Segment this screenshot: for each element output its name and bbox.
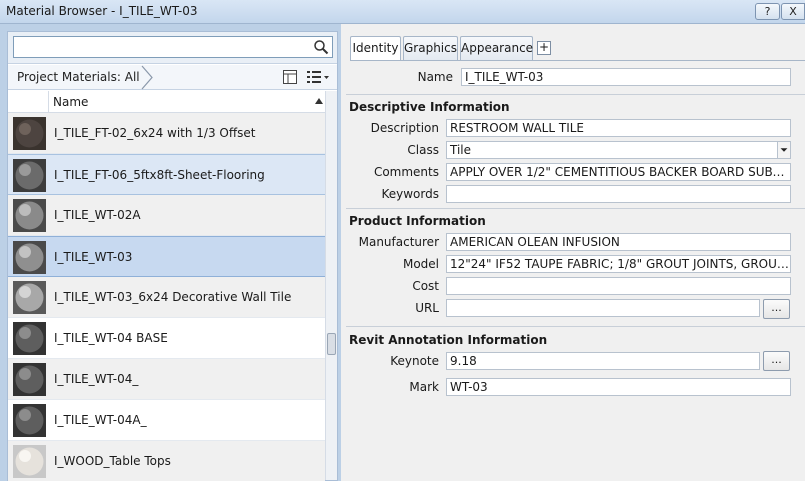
- material-thumbnail-icon: [13, 363, 46, 396]
- class-dropdown[interactable]: Tile: [446, 141, 778, 159]
- keynote-field[interactable]: 9.18: [446, 352, 760, 370]
- list-column-header[interactable]: Name: [8, 91, 325, 113]
- name-field[interactable]: I_TILE_WT-03: [461, 68, 791, 86]
- material-thumbnail-icon: [13, 404, 46, 437]
- scrollbar-thumb[interactable]: [327, 333, 336, 355]
- list-item[interactable]: I_TILE_WT-02A: [8, 195, 325, 236]
- filter-bar: Project Materials: All: [8, 65, 337, 90]
- mark-field[interactable]: WT-03: [446, 378, 791, 396]
- list-item[interactable]: I_TILE_FT-02_6x24 with 1/3 Offset: [8, 113, 325, 154]
- material-thumbnail-icon: [13, 199, 46, 232]
- list-item-selected[interactable]: I_TILE_WT-03: [8, 236, 325, 277]
- material-thumbnail-icon: [13, 117, 46, 150]
- search-icon[interactable]: [313, 39, 329, 55]
- list-item[interactable]: I_TILE_WT-04_: [8, 359, 325, 400]
- tab-appearance[interactable]: Appearance: [460, 36, 533, 60]
- mark-label: Mark: [409, 380, 439, 394]
- title-bar: Material Browser - I_TILE_WT-03 ? X: [0, 0, 805, 24]
- material-editor-panel: Identity Graphics Appearance + Name I_TI…: [341, 24, 805, 481]
- model-label: Model: [402, 257, 439, 271]
- cost-label: Cost: [412, 279, 439, 293]
- keywords-label: Keywords: [381, 187, 439, 201]
- material-thumbnail-icon: [13, 445, 46, 478]
- keynote-label: Keynote: [390, 354, 439, 368]
- manufacturer-label: Manufacturer: [358, 235, 439, 249]
- comments-label: Comments: [373, 165, 439, 179]
- product-heading: Product Information: [349, 214, 486, 228]
- list-item[interactable]: I_TILE_WT-03_6x24 Decorative Wall Tile: [8, 277, 325, 318]
- description-field[interactable]: RESTROOM WALL TILE: [446, 119, 791, 137]
- description-label: Description: [370, 121, 439, 135]
- add-tab-button[interactable]: +: [537, 41, 551, 55]
- help-button[interactable]: ?: [755, 3, 780, 20]
- keywords-field[interactable]: [446, 185, 791, 203]
- material-list: I_TILE_FT-02_6x24 with 1/3 Offset I_TILE…: [8, 113, 325, 481]
- filter-breadcrumb[interactable]: Project Materials: All: [17, 70, 140, 84]
- url-label: URL: [415, 301, 439, 315]
- model-field[interactable]: 12"24" IF52 TAUPE FABRIC; 1/8" GROUT JOI…: [446, 255, 791, 273]
- window-title: Material Browser - I_TILE_WT-03: [6, 4, 198, 18]
- search-input[interactable]: [13, 36, 333, 58]
- column-name-label: Name: [53, 95, 89, 109]
- class-label: Class: [407, 143, 439, 157]
- close-button[interactable]: X: [781, 3, 805, 20]
- url-field[interactable]: [446, 299, 760, 317]
- material-thumbnail-icon: [13, 322, 46, 355]
- sort-ascending-icon: [315, 98, 323, 104]
- list-item[interactable]: I_WOOD_Table Tops: [8, 441, 325, 481]
- search-bar: [8, 32, 337, 64]
- material-thumbnail-icon: [13, 241, 46, 274]
- chevron-down-icon[interactable]: [777, 141, 791, 159]
- cost-field[interactable]: [446, 277, 791, 295]
- material-thumbnail-icon: [13, 281, 46, 314]
- url-browse-button[interactable]: ...: [763, 299, 790, 319]
- material-thumbnail-icon: [13, 159, 46, 192]
- breadcrumb-chevron-icon[interactable]: [140, 65, 154, 90]
- list-item[interactable]: I_TILE_WT-04 BASE: [8, 318, 325, 359]
- list-item[interactable]: I_TILE_FT-06_5ftx8ft-Sheet-Flooring: [8, 154, 325, 195]
- tab-identity[interactable]: Identity: [350, 36, 401, 61]
- revit-heading: Revit Annotation Information: [349, 333, 548, 347]
- list-view-options-icon[interactable]: [306, 69, 330, 85]
- view-toggle-icon[interactable]: [282, 69, 298, 85]
- manufacturer-field[interactable]: AMERICAN OLEAN INFUSION: [446, 233, 791, 251]
- comments-field[interactable]: APPLY OVER 1/2" CEMENTITIOUS BACKER BOAR…: [446, 163, 791, 181]
- name-label: Name: [417, 70, 453, 84]
- material-list-panel: Project Materials: All Name I_TILE_FT-02…: [7, 31, 338, 481]
- descriptive-heading: Descriptive Information: [349, 100, 510, 114]
- keynote-browse-button[interactable]: ...: [763, 351, 790, 371]
- tab-graphics[interactable]: Graphics: [403, 36, 458, 60]
- list-scrollbar[interactable]: [325, 91, 337, 480]
- list-item[interactable]: I_TILE_WT-04A_: [8, 400, 325, 441]
